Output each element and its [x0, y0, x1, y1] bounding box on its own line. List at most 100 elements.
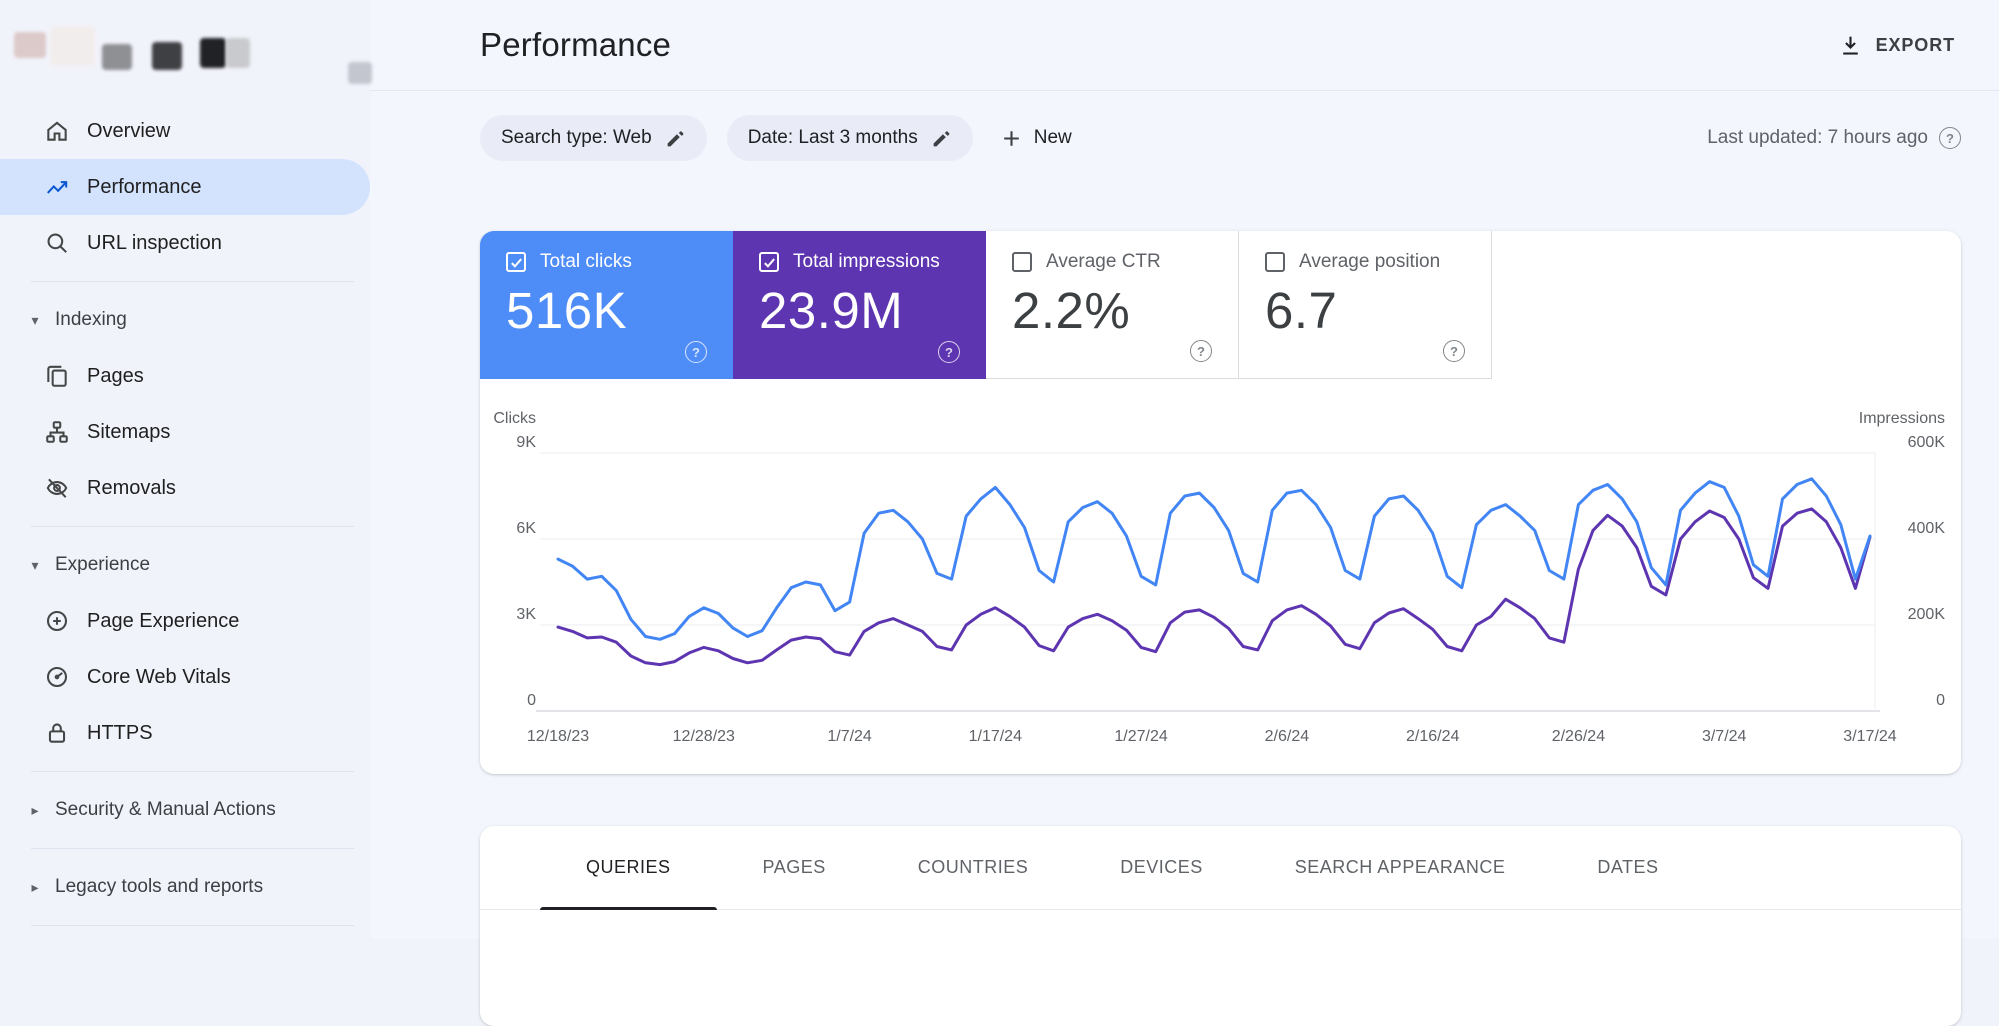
dimension-tabs: QUERIES PAGES COUNTRIES DEVICES SEARCH A…	[480, 826, 1961, 910]
x-tick-label: 1/27/24	[1114, 728, 1167, 745]
logo-block	[226, 38, 250, 68]
tab-label: QUERIES	[586, 857, 671, 877]
divider	[31, 771, 354, 772]
metric-tiles-row: Total clicks 516K ? Total impressions 23…	[480, 231, 1961, 379]
metric-tile-average-position[interactable]: Average position 6.7 ?	[1239, 231, 1492, 379]
x-tick-label: 3/7/24	[1702, 728, 1747, 745]
tab-dates[interactable]: DATES	[1551, 826, 1704, 909]
sidebar-group-experience[interactable]: ▾ Experience	[0, 537, 370, 593]
tab-queries[interactable]: QUERIES	[540, 826, 717, 910]
x-tick-label: 2/26/24	[1552, 728, 1605, 745]
help-icon[interactable]: ?	[1939, 127, 1961, 149]
sidebar-item-url-inspection[interactable]: URL inspection	[0, 215, 370, 271]
sitemap-icon	[44, 419, 70, 445]
tab-pages[interactable]: PAGES	[717, 826, 872, 909]
sidebar-item-sitemaps[interactable]: Sitemaps	[0, 404, 370, 460]
checkbox-checked-icon[interactable]	[759, 252, 779, 272]
site-logo-redacted	[0, 0, 372, 103]
plus-icon	[999, 126, 1024, 151]
chevron-right-icon: ▸	[31, 878, 39, 895]
metric-value: 23.9M	[759, 282, 904, 339]
x-tick-label: 12/18/23	[527, 728, 589, 745]
y-tick-label: 3K	[516, 606, 536, 623]
chevron-right-icon: ▸	[31, 801, 39, 818]
performance-chart-icon	[44, 174, 70, 200]
sidebar-section-security-manual-actions[interactable]: ▸ Security & Manual Actions	[0, 782, 370, 838]
last-updated: Last updated: 7 hours ago ?	[1707, 127, 1961, 149]
export-label: EXPORT	[1875, 34, 1955, 55]
metric-label: Average position	[1299, 251, 1441, 272]
home-icon	[44, 118, 70, 144]
y-tick-label: 9K	[516, 434, 536, 451]
x-tick-label: 3/17/24	[1843, 728, 1896, 745]
eye-off-icon	[44, 475, 70, 501]
checkbox-unchecked-icon[interactable]	[1012, 252, 1032, 272]
page-experience-icon	[44, 608, 70, 634]
x-tick-label: 1/7/24	[827, 728, 872, 745]
metric-value: 516K	[506, 282, 628, 339]
sidebar-item-label: Overview	[87, 119, 171, 142]
left-axis-title: Clicks	[493, 410, 536, 427]
last-updated-text: Last updated: 7 hours ago	[1707, 127, 1928, 148]
sidebar-item-core-web-vitals[interactable]: Core Web Vitals	[0, 649, 370, 705]
sidebar-item-label: HTTPS	[87, 721, 153, 744]
metric-tile-average-ctr[interactable]: Average CTR 2.2% ?	[986, 231, 1239, 379]
help-icon[interactable]: ?	[685, 341, 707, 363]
help-icon[interactable]: ?	[1443, 340, 1465, 362]
y-tick-label: 200K	[1908, 606, 1946, 623]
help-icon[interactable]: ?	[1190, 340, 1212, 362]
sidebar-item-label: URL inspection	[87, 231, 222, 254]
speedometer-icon	[44, 664, 70, 690]
tab-label: DATES	[1597, 857, 1659, 877]
sidebar-item-performance[interactable]: Performance	[0, 159, 370, 215]
metric-value: 2.2%	[1012, 282, 1131, 339]
y-tick-label: 0	[1936, 692, 1945, 709]
sidebar-item-overview[interactable]: Overview	[0, 103, 370, 159]
metric-tile-total-impressions[interactable]: Total impressions 23.9M ?	[733, 231, 986, 379]
x-tick-label: 12/28/23	[673, 728, 735, 745]
pages-icon	[44, 363, 70, 389]
y-tick-label: 400K	[1908, 520, 1946, 537]
sidebar-item-removals[interactable]: Removals	[0, 460, 370, 516]
y-tick-label: 6K	[516, 520, 536, 537]
filter-chip-date[interactable]: Date: Last 3 months	[726, 115, 973, 161]
performance-line-chart[interactable]: Clicks 9K 6K 3K 0 Impressions 600K 400K …	[480, 405, 1965, 750]
help-icon[interactable]: ?	[938, 341, 960, 363]
metric-tile-total-clicks[interactable]: Total clicks 516K ?	[480, 231, 733, 379]
sidebar-section-label: Legacy tools and reports	[55, 876, 264, 897]
page-header: Performance EXPORT	[370, 0, 1999, 91]
metric-value: 6.7	[1265, 282, 1338, 339]
checkbox-unchecked-icon[interactable]	[1265, 252, 1285, 272]
logo-block	[348, 62, 372, 84]
new-filter-button[interactable]: New	[993, 126, 1078, 151]
tab-search-appearance[interactable]: SEARCH APPEARANCE	[1249, 826, 1552, 909]
sidebar-group-indexing[interactable]: ▾ Indexing	[0, 292, 370, 348]
sidebar-item-page-experience[interactable]: Page Experience	[0, 593, 370, 649]
right-axis-title: Impressions	[1859, 410, 1945, 427]
sidebar-item-pages[interactable]: Pages	[0, 348, 370, 404]
performance-overview-card: Total clicks 516K ? Total impressions 23…	[480, 231, 1961, 774]
download-icon	[1838, 33, 1863, 58]
sidebar-item-label: Pages	[87, 364, 144, 387]
tab-devices[interactable]: DEVICES	[1074, 826, 1249, 909]
filter-chip-label: Date: Last 3 months	[747, 127, 918, 148]
sidebar-group-label: Indexing	[55, 309, 127, 330]
sidebar-section-legacy-tools[interactable]: ▸ Legacy tools and reports	[0, 859, 370, 915]
page-title: Performance	[480, 26, 672, 63]
chevron-down-icon: ▾	[31, 556, 39, 573]
edit-pencil-icon	[665, 128, 686, 149]
sidebar-item-https[interactable]: HTTPS	[0, 705, 370, 761]
sidebar-group-label: Experience	[55, 554, 151, 575]
filter-chip-search-type[interactable]: Search type: Web	[480, 115, 707, 161]
metric-label: Average CTR	[1046, 251, 1161, 272]
divider	[31, 925, 354, 926]
chevron-down-icon: ▾	[31, 311, 39, 328]
divider	[31, 526, 354, 527]
export-button[interactable]: EXPORT	[1832, 32, 1961, 59]
tab-label: PAGES	[762, 857, 826, 877]
dimensions-table-card: QUERIES PAGES COUNTRIES DEVICES SEARCH A…	[480, 826, 1961, 1026]
sidebar-item-label: Sitemaps	[87, 420, 171, 443]
tab-countries[interactable]: COUNTRIES	[872, 826, 1075, 909]
checkbox-checked-icon[interactable]	[506, 252, 526, 272]
divider	[31, 281, 354, 282]
